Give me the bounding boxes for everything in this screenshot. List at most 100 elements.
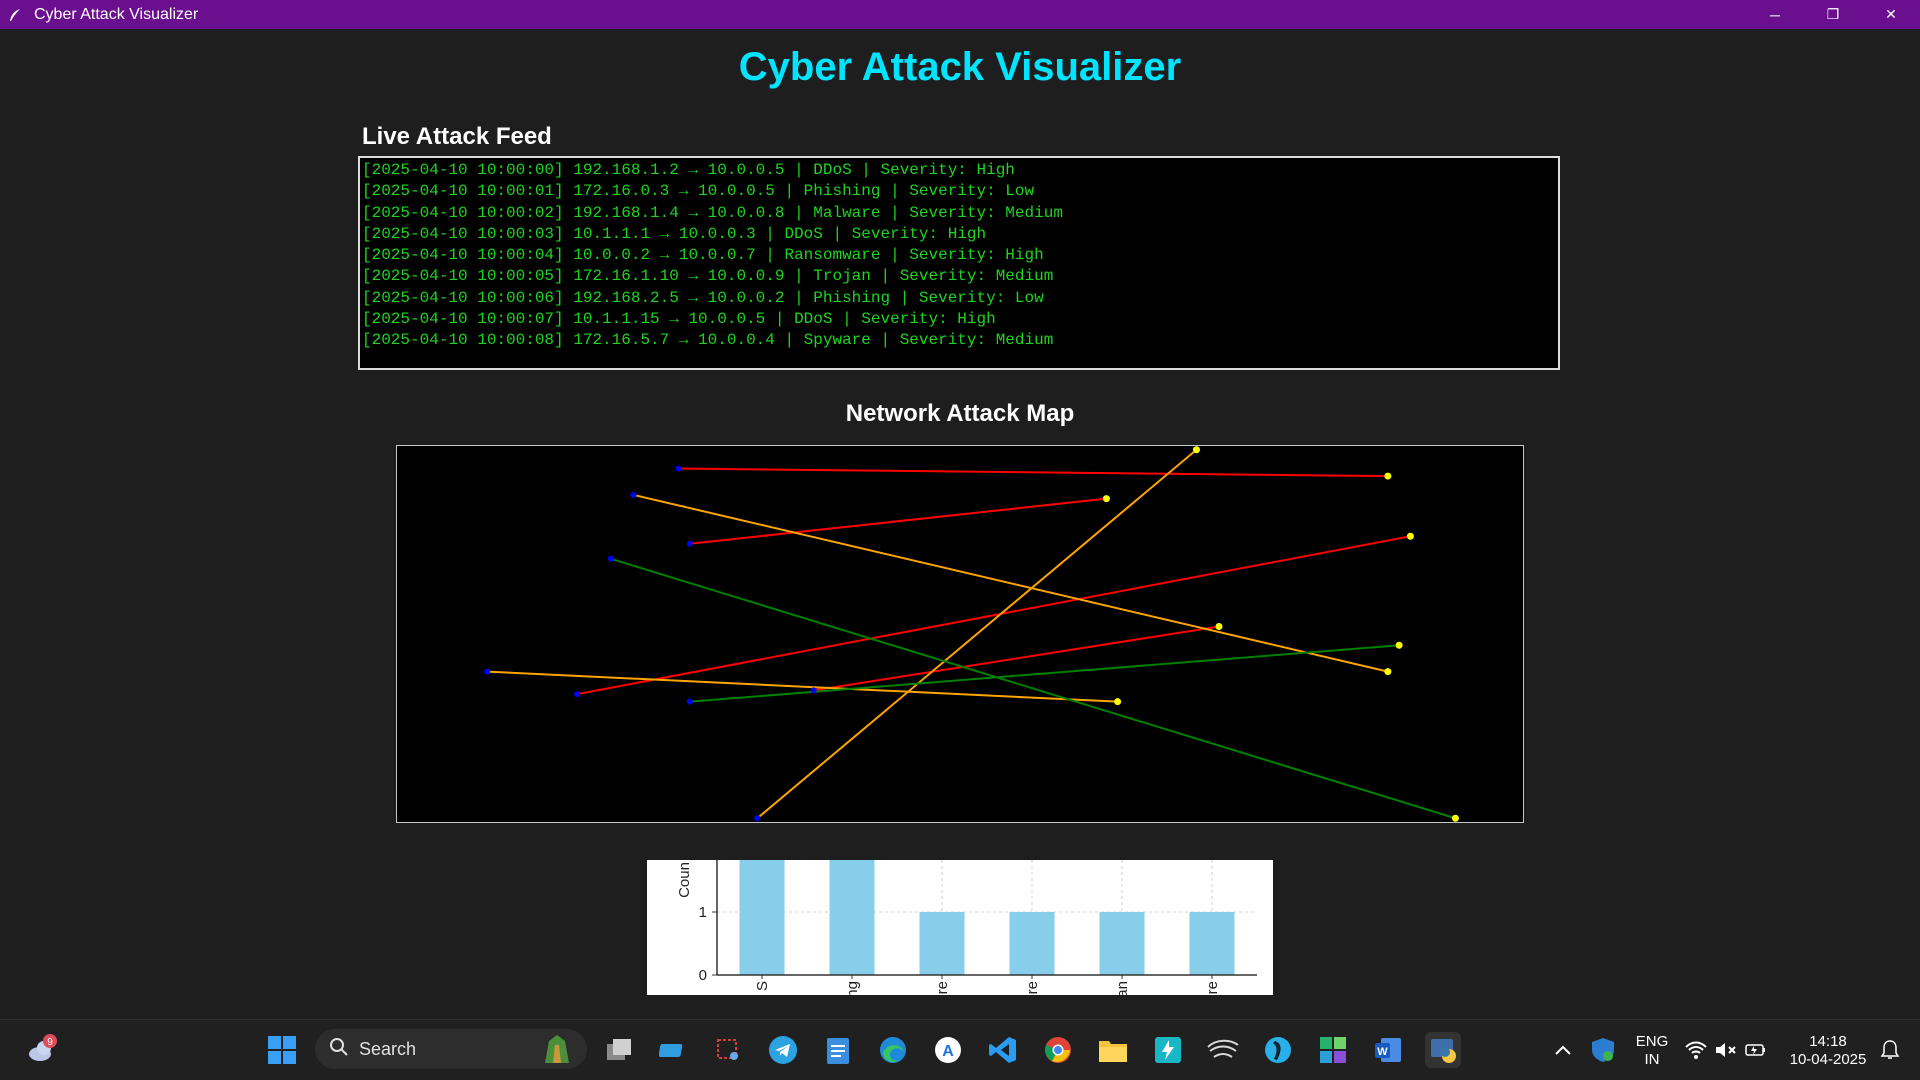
window-title: Cyber Attack Visualizer	[34, 5, 199, 23]
notepad-icon[interactable]	[820, 1032, 856, 1068]
taskbar: 9 Search A W ENG IN 14:18 10-04-2025	[0, 1019, 1920, 1080]
chevron-up-icon[interactable]	[1545, 1032, 1581, 1068]
x-tick-label: re	[934, 981, 951, 994]
clock-date: 10-04-2025	[1789, 1051, 1867, 1068]
chrome-icon[interactable]	[1040, 1032, 1076, 1068]
target-node	[1384, 472, 1392, 480]
attack-line	[678, 467, 1388, 478]
feed-entry: [2025-04-10 10:00:08] 172.16.5.7 → 10.0.…	[362, 331, 1054, 350]
target-node	[1192, 446, 1200, 454]
map-heading: Network Attack Map	[845, 400, 1075, 427]
source-node	[630, 491, 637, 498]
language-indicator[interactable]: ENG IN	[1630, 1033, 1674, 1069]
network-tool-icon[interactable]	[1260, 1032, 1296, 1068]
y-tick-label: 0	[699, 967, 707, 984]
source-node	[686, 698, 693, 705]
file-explorer-icon[interactable]	[1095, 1032, 1131, 1068]
attack-line	[633, 493, 1389, 673]
clock[interactable]: 14:18 10-04-2025	[1778, 1033, 1878, 1069]
bar-chart-canvas: 0 1 Coun S ng re re an re	[676, 860, 1257, 995]
weather-badge: 9	[47, 1037, 53, 1048]
feed-entry: [2025-04-10 10:00:07] 10.1.1.15 → 10.0.0…	[362, 310, 996, 329]
feed-entry: [2025-04-10 10:00:00] 192.168.1.2 → 10.0…	[362, 161, 1015, 179]
attack-line	[689, 497, 1107, 545]
language-code: ENG	[1635, 1033, 1669, 1050]
feather-icon	[8, 8, 22, 22]
bar	[919, 912, 965, 975]
svg-text:W: W	[1377, 1046, 1388, 1058]
target-node	[1451, 814, 1459, 822]
live-attack-feed[interactable]: [2025-04-10 10:00:00] 192.168.1.2 → 10.0…	[358, 156, 1560, 370]
search-icon	[329, 1037, 349, 1062]
feed-entry: [2025-04-10 10:00:03] 10.1.1.1 → 10.0.0.…	[362, 224, 987, 243]
x-tick-label: re	[1204, 981, 1221, 994]
task-view-icon[interactable]	[601, 1032, 637, 1068]
target-node	[1215, 622, 1223, 630]
close-button[interactable]: ✕	[1862, 0, 1920, 29]
window-controls: ─ ❐ ✕	[1746, 0, 1920, 29]
telegram-icon[interactable]	[765, 1032, 801, 1068]
search-highlight-icon	[539, 1033, 575, 1070]
python-app-icon[interactable]	[1425, 1032, 1461, 1068]
source-node	[754, 815, 761, 822]
restore-button[interactable]: ❐	[1804, 0, 1862, 29]
vscode-icon[interactable]	[985, 1032, 1021, 1068]
start-icon[interactable]	[264, 1032, 300, 1068]
map-canvas	[484, 446, 1459, 822]
bar	[739, 860, 785, 975]
window-titlebar: Cyber Attack Visualizer ─ ❐ ✕	[0, 0, 1920, 29]
attack-line	[576, 535, 1411, 696]
feed-entry: [2025-04-10 10:00:02] 192.168.1.4 → 10.0…	[362, 203, 1063, 222]
svg-text:A: A	[942, 1043, 954, 1060]
source-node	[607, 555, 614, 562]
x-tick-label: S	[754, 981, 771, 991]
source-node	[675, 465, 682, 472]
taskbar-search[interactable]: Search	[315, 1029, 587, 1069]
search-placeholder: Search	[359, 1038, 417, 1059]
attack-line	[813, 625, 1220, 692]
feed-entry: [2025-04-10 10:00:06] 192.168.2.5 → 10.0…	[362, 288, 1044, 307]
bar	[1099, 912, 1145, 975]
translate-app-icon[interactable]: A	[930, 1032, 966, 1068]
bar	[1189, 912, 1235, 975]
target-node	[1114, 698, 1122, 706]
word-icon[interactable]: W	[1370, 1032, 1406, 1068]
x-tick-label: an	[1114, 981, 1131, 995]
clock-time: 14:18	[1809, 1033, 1847, 1050]
feed-entry: [2025-04-10 10:00:01] 172.16.0.3 → 10.0.…	[362, 182, 1035, 201]
security-shield-icon[interactable]	[1585, 1032, 1621, 1068]
kali-linux-icon[interactable]	[1205, 1032, 1241, 1068]
app-content: Cyber Attack Visualizer Live Attack Feed…	[0, 29, 1920, 1019]
source-node	[574, 691, 581, 698]
source-node	[810, 687, 817, 694]
source-node	[484, 668, 491, 675]
target-node	[1102, 495, 1110, 503]
notifications-icon[interactable]	[1872, 1032, 1908, 1068]
x-tick-label: ng	[844, 981, 861, 995]
feed-entry: [2025-04-10 10:00:05] 172.16.1.10 → 10.0…	[362, 267, 1054, 286]
x-tick-label: re	[1024, 981, 1041, 994]
snipping-tool-icon[interactable]	[710, 1032, 746, 1068]
paint-app-icon[interactable]	[1315, 1032, 1351, 1068]
region-code: IN	[1644, 1051, 1660, 1068]
battery-icon[interactable]	[1738, 1032, 1774, 1068]
feed-heading: Live Attack Feed	[362, 123, 552, 150]
y-tick-label: 1	[699, 904, 707, 921]
source-node	[686, 540, 693, 547]
attack-line	[756, 448, 1198, 820]
attack-count-chart: 0 1 Coun Sng re re an re	[647, 860, 1273, 995]
target-node	[1395, 641, 1403, 649]
target-node	[1384, 668, 1392, 676]
widgets-app-icon[interactable]	[655, 1032, 691, 1068]
edge-browser-icon[interactable]	[875, 1032, 911, 1068]
target-node	[1406, 532, 1414, 540]
bar	[829, 860, 875, 975]
network-attack-map	[396, 445, 1524, 823]
attack-line	[610, 557, 1456, 820]
bolt-app-icon[interactable]	[1150, 1032, 1186, 1068]
weather-widget-icon[interactable]: 9	[24, 1032, 60, 1068]
y-axis-label: Coun	[676, 862, 693, 898]
bar	[1009, 912, 1055, 975]
minimize-button[interactable]: ─	[1746, 0, 1804, 29]
app-title: Cyber Attack Visualizer	[738, 45, 1182, 89]
